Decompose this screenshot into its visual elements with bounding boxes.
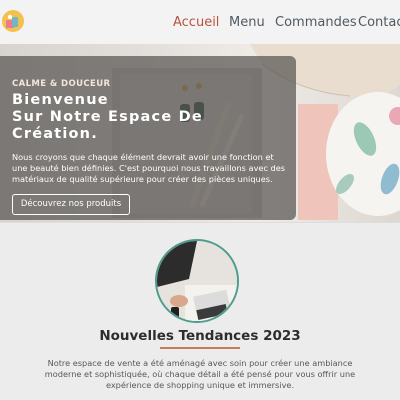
hero-headline-line: Sur Notre Espace De [12, 109, 203, 125]
hero-headline-line: Bienvenue [12, 92, 109, 108]
shop-logo-icon[interactable] [2, 9, 24, 33]
hero-description-line: matériaux de qualité supérieure pour cré… [12, 174, 273, 184]
hero-description-line: une beauté bien définies. C'est pourquoi… [12, 163, 286, 173]
workspace-photo-image [157, 241, 237, 321]
section-title: Nouvelles Tendances 2023 [99, 328, 301, 344]
trends-photo [155, 239, 239, 323]
discover-products-button[interactable]: Découvrez nos produits [12, 194, 130, 215]
nav-link-contact[interactable]: Contact [358, 15, 400, 30]
section-divider [0, 222, 400, 223]
nav-link-commandes[interactable]: Commandes [275, 15, 357, 30]
title-underline [160, 347, 240, 349]
top-navigation: Accueil Menu Commandes Contact [0, 0, 400, 44]
section-text-line: moderne et sophistiquée, où chaque détai… [44, 369, 356, 379]
section-text-line: Notre espace de vente a été aménagé avec… [47, 358, 353, 368]
hero-headline-line: Création. [12, 126, 98, 142]
nav-link-accueil[interactable]: Accueil [173, 15, 219, 30]
hero-kicker: CALME & DOUCEUR [12, 79, 111, 89]
hero-description-line: Nous croyons que chaque élément devrait … [12, 152, 274, 162]
section-text-line: expérience de shopping unique et immersi… [105, 380, 295, 390]
nav-link-menu[interactable]: Menu [229, 15, 265, 30]
